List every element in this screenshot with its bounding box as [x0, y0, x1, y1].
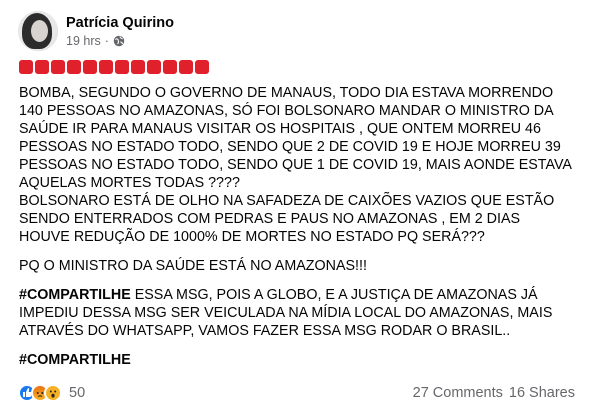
body-line: SAÚDE IR PARA MANAUS VISITAR OS HOSPITAI…: [19, 121, 541, 137]
wow-icon: [44, 384, 62, 402]
facebook-post: Patrícia Quirino 19 hrs · BOMBA, SEGUNDO…: [0, 0, 589, 414]
body-line: SENDO ENTERRADOS COM PEDRAS E PAUS NO AM…: [19, 211, 521, 227]
red-square-icon: [99, 60, 113, 74]
red-square-icon: [147, 60, 161, 74]
body-line: AQUELAS MORTES TODAS ????: [19, 175, 240, 191]
red-square-emoji-row: [19, 60, 209, 74]
red-square-icon: [163, 60, 177, 74]
red-square-icon: [195, 60, 209, 74]
body-line: HOUVE REDUÇÃO DE 1000% DE MORTES NO ESTA…: [19, 229, 485, 245]
red-square-icon: [115, 60, 129, 74]
body-line: BOLSONARO ESTÁ DE OLHO NA SAFADEZA DE CA…: [19, 193, 555, 209]
body-line: PESSOAS NO ESTADO TODO, SENDO QUE 2 DE C…: [19, 139, 561, 155]
body-line: BOMBA, SEGUNDO O GOVERNO DE MANAUS, TODO…: [19, 85, 554, 101]
avatar[interactable]: [18, 11, 58, 51]
share-paragraph-line: #COMPARTILHE ESSA MSG, POIS A GLOBO, E A…: [19, 286, 579, 304]
red-square-icon: [131, 60, 145, 74]
post-meta: Patrícia Quirino 19 hrs ·: [66, 15, 174, 48]
reactions-summary[interactable]: 50: [18, 384, 85, 402]
shares-count[interactable]: 16 Shares: [509, 385, 575, 401]
red-square-icon: [67, 60, 81, 74]
share-text: ESSA MSG, POIS A GLOBO, E A JUSTIÇA DE A…: [130, 287, 538, 303]
post-time[interactable]: 19 hrs: [66, 34, 101, 48]
globe-icon[interactable]: [113, 35, 125, 47]
share-paragraph-line: IMPEDIU DESSA MSG SER VEICULADA NA MÍDIA…: [19, 305, 553, 321]
timestamp-row: 19 hrs ·: [66, 34, 174, 48]
red-square-icon: [179, 60, 193, 74]
red-square-icon: [51, 60, 65, 74]
post-body: BOMBA, SEGUNDO O GOVERNO DE MANAUS, TODO…: [19, 84, 579, 369]
author-name[interactable]: Patrícia Quirino: [66, 15, 174, 31]
separator-dot: ·: [104, 33, 109, 48]
body-line: PESSOAS NO ESTADO TODO, SENDO QUE 1 DE C…: [19, 157, 572, 173]
hashtag-compartilhe[interactable]: #COMPARTILHE: [19, 287, 131, 303]
red-square-icon: [35, 60, 49, 74]
engagement-stats: 27 Comments 16 Shares: [413, 385, 575, 401]
hashtag-compartilhe-final[interactable]: #COMPARTILHE: [19, 352, 131, 368]
post-header: Patrícia Quirino 19 hrs ·: [18, 9, 174, 53]
body-line: 140 PESSOAS NO AMAZONAS, SÓ FOI BOLSONAR…: [19, 103, 554, 119]
comments-count[interactable]: 27 Comments: [413, 385, 503, 401]
share-paragraph-line: ATRAVÉS DO WHATSAPP, VAMOS FAZER ESSA MS…: [19, 323, 511, 339]
red-square-icon: [19, 60, 33, 74]
post-footer: 50 27 Comments 16 Shares: [18, 381, 575, 405]
minister-line: PQ O MINISTRO DA SAÚDE ESTÁ NO AMAZONAS!…: [19, 258, 367, 274]
reaction-count: 50: [69, 385, 86, 401]
red-square-icon: [83, 60, 97, 74]
